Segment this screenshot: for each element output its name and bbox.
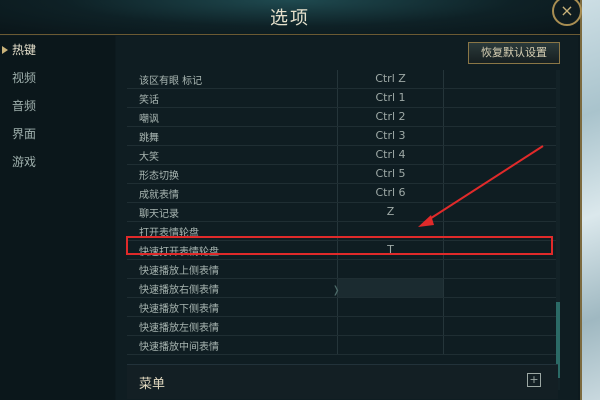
hotkey-secondary-binding[interactable] xyxy=(443,146,553,164)
hotkey-name: 跳舞 xyxy=(139,133,159,144)
table-row[interactable]: 快速播放下侧表情 xyxy=(127,298,558,317)
hotkey-primary-binding[interactable]: ❭ xyxy=(332,279,444,297)
table-row[interactable]: 成就表情 Ctrl 6 xyxy=(127,184,558,203)
hotkey-secondary-binding[interactable] xyxy=(443,336,553,354)
hotkey-name: 快速播放下侧表情 xyxy=(139,304,219,315)
hotkey-primary-binding[interactable]: Ctrl 6 xyxy=(337,184,444,202)
hotkey-secondary-binding[interactable] xyxy=(443,89,553,107)
table-row[interactable]: 快速播放右侧表情 ❭ xyxy=(127,279,558,298)
table-row[interactable]: 形态切换 Ctrl 5 xyxy=(127,165,558,184)
hotkey-secondary-binding[interactable] xyxy=(443,184,553,202)
table-row[interactable]: 快速播放左侧表情 xyxy=(127,317,558,336)
hotkey-name: 快速播放左侧表情 xyxy=(139,323,219,334)
hotkey-secondary-binding[interactable] xyxy=(443,127,553,145)
hotkey-secondary-binding[interactable] xyxy=(443,260,553,278)
reset-defaults-button[interactable]: 恢复默认设置 xyxy=(468,42,560,64)
table-row[interactable]: 笑话 Ctrl 1 xyxy=(127,89,558,108)
hotkey-primary-binding[interactable]: Ctrl Z xyxy=(337,70,444,88)
hotkey-secondary-binding[interactable] xyxy=(443,108,553,126)
hotkey-name: 笑话 xyxy=(139,95,159,106)
hotkey-primary-binding[interactable]: Ctrl 4 xyxy=(337,146,444,164)
options-window: 选项 × 热键 视频 音频 界面 游戏 恢复默认设置 该区有眼 标记 Ctrl … xyxy=(0,0,582,400)
hotkey-primary-binding[interactable]: Ctrl 2 xyxy=(337,108,444,126)
section-title: 菜单 xyxy=(139,377,166,392)
hotkey-name: 该区有眼 标记 xyxy=(139,76,203,87)
hotkey-secondary-binding[interactable] xyxy=(443,317,553,335)
window-title: 选项 xyxy=(270,8,310,29)
sidebar-item-video[interactable]: 视频 xyxy=(0,64,115,92)
scrollbar[interactable] xyxy=(556,70,560,390)
table-row[interactable]: 该区有眼 标记 Ctrl Z xyxy=(127,70,558,89)
hotkey-primary-binding[interactable] xyxy=(337,336,444,354)
sidebar-item-interface[interactable]: 界面 xyxy=(0,120,115,148)
hotkey-primary-binding[interactable] xyxy=(337,317,444,335)
hotkey-name: 快速播放上侧表情 xyxy=(139,266,219,277)
hotkey-secondary-binding[interactable] xyxy=(443,279,553,297)
hotkey-secondary-binding[interactable] xyxy=(443,203,553,221)
plus-icon[interactable]: + xyxy=(527,373,541,387)
hotkey-name: 嘲讽 xyxy=(139,114,159,125)
hotkey-table: 该区有眼 标记 Ctrl Z 笑话 Ctrl 1 嘲讽 Ctrl 2 跳舞 Ct… xyxy=(127,70,558,390)
hotkey-name: 快速播放中间表情 xyxy=(139,342,219,353)
menu-section-header[interactable]: 菜单 + xyxy=(127,364,558,399)
hotkey-secondary-binding[interactable] xyxy=(443,298,553,316)
table-row[interactable]: 快速播放上侧表情 xyxy=(127,260,558,279)
hotkey-name: 快速播放右侧表情 xyxy=(139,285,219,296)
sidebar: 热键 视频 音频 界面 游戏 xyxy=(0,36,115,400)
hotkey-primary-binding[interactable]: Ctrl 5 xyxy=(337,165,444,183)
sidebar-item-hotkeys[interactable]: 热键 xyxy=(0,36,115,64)
hotkey-name: 聊天记录 xyxy=(139,209,179,220)
hotkey-primary-binding[interactable]: Z xyxy=(337,203,444,221)
sidebar-item-game[interactable]: 游戏 xyxy=(0,148,115,176)
table-row[interactable]: 跳舞 Ctrl 3 xyxy=(127,127,558,146)
hotkey-primary-binding[interactable]: Ctrl 3 xyxy=(337,127,444,145)
annotation-highlight-box xyxy=(126,236,553,255)
hotkey-name: 成就表情 xyxy=(139,190,179,201)
table-row[interactable]: 快速播放中间表情 xyxy=(127,336,558,355)
sidebar-item-audio[interactable]: 音频 xyxy=(0,92,115,120)
hotkey-primary-binding[interactable]: Ctrl 1 xyxy=(337,89,444,107)
hotkey-secondary-binding[interactable] xyxy=(443,165,553,183)
table-row[interactable]: 大笑 Ctrl 4 xyxy=(127,146,558,165)
hotkey-primary-binding[interactable] xyxy=(337,298,444,316)
table-row[interactable]: 嘲讽 Ctrl 2 xyxy=(127,108,558,127)
hotkey-secondary-binding[interactable] xyxy=(443,70,553,88)
title-bar: 选项 × xyxy=(0,0,582,35)
main-panel: 恢复默认设置 该区有眼 标记 Ctrl Z 笑话 Ctrl 1 嘲讽 Ctrl … xyxy=(116,36,578,400)
hotkey-primary-binding[interactable] xyxy=(337,260,444,278)
hotkey-name: 大笑 xyxy=(139,152,159,163)
table-row[interactable]: 聊天记录 Z xyxy=(127,203,558,222)
hotkey-name: 形态切换 xyxy=(139,171,179,182)
